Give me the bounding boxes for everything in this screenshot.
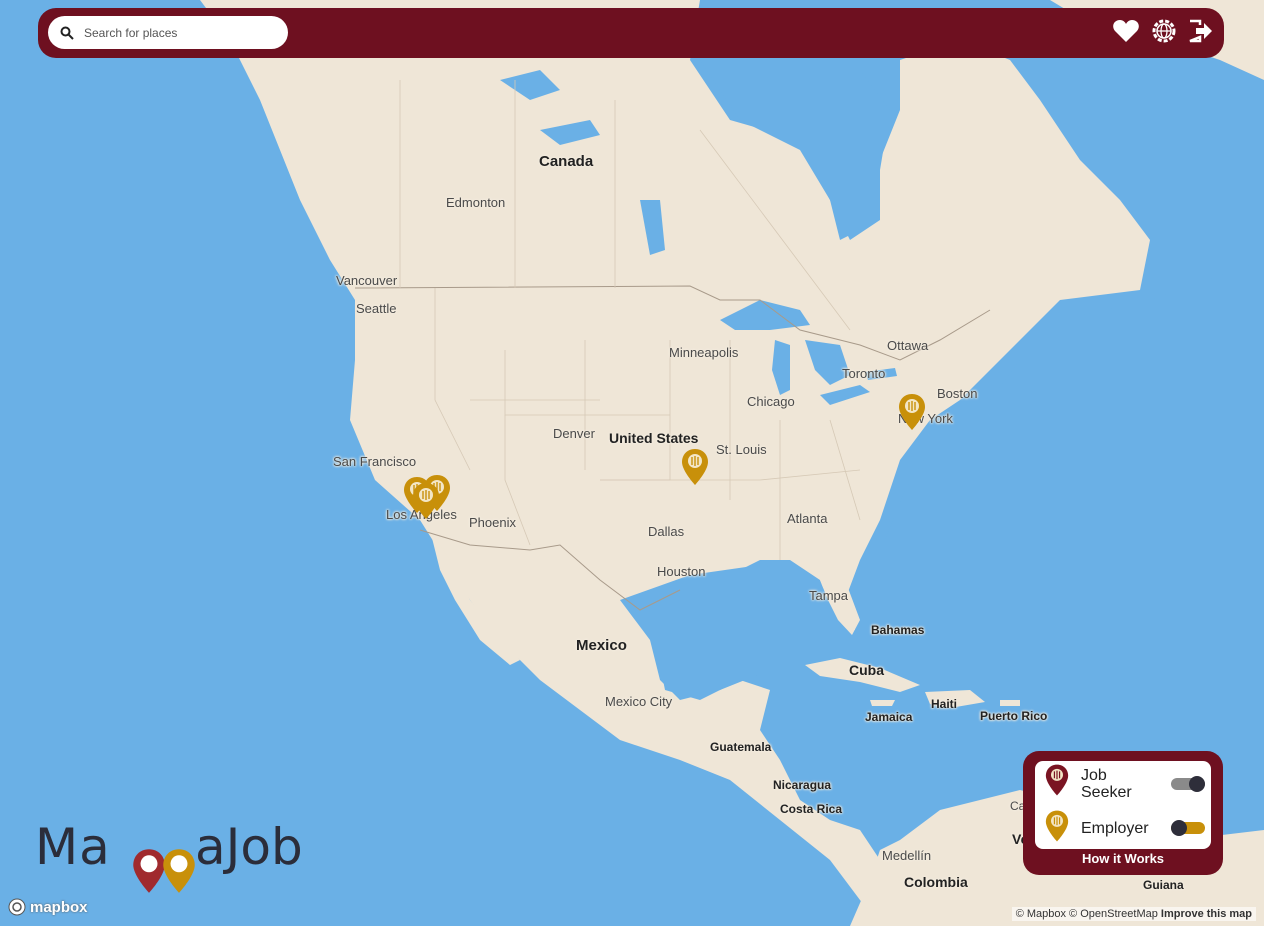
label-costa-rica: Costa Rica [780, 802, 843, 816]
toggle-knob [1189, 776, 1205, 792]
label-tampa: Tampa [809, 588, 849, 603]
label-haiti: Haiti [931, 697, 958, 711]
top-bar [38, 8, 1224, 58]
heart-icon[interactable] [1112, 17, 1140, 45]
employer-pin-icon[interactable] [898, 393, 926, 431]
logo-wordmark-end: aJob [195, 818, 303, 876]
legend-inner: Job Seeker Employer [1035, 761, 1211, 849]
label-boston: Boston [937, 386, 978, 401]
toggle-knob [1171, 820, 1187, 836]
label-cuba: Cuba [849, 662, 884, 678]
globe-settings-icon[interactable] [1150, 17, 1178, 45]
label-toronto: Toronto [842, 366, 886, 381]
label-guiana: Guiana [1143, 878, 1184, 892]
label-canada: Canada [539, 153, 594, 170]
label-chicago: Chicago [747, 394, 795, 409]
label-seattle: Seattle [356, 301, 397, 316]
label-nicaragua: Nicaragua [773, 778, 832, 792]
label-san-francisco: San Francisco [333, 454, 417, 469]
employer-pin-icon[interactable] [412, 482, 440, 520]
mapbox-logo[interactable]: mapbox [8, 898, 88, 916]
label-st-louis: St. Louis [716, 442, 767, 457]
attribution-text[interactable]: © Mapbox © OpenStreetMap [1016, 908, 1158, 920]
search-icon [60, 26, 74, 40]
label-dallas: Dallas [648, 524, 685, 539]
label-minneapolis: Minneapolis [669, 345, 739, 360]
search-box[interactable] [48, 16, 288, 49]
label-guatemala: Guatemala [710, 740, 772, 754]
puerto-rico-island [1000, 700, 1020, 706]
label-mexico-city: Mexico City [605, 694, 673, 709]
legend-job-seeker-line1: Job [1081, 767, 1107, 784]
logo-text-part2: aJob [195, 818, 303, 876]
label-vancouver: Vancouver [336, 273, 398, 288]
label-colombia: Colombia [904, 874, 968, 890]
label-bahamas: Bahamas [871, 623, 925, 637]
job-seeker-pin-icon [1045, 764, 1069, 796]
logo-pin-gold-icon [163, 849, 195, 893]
label-jamaica: Jamaica [865, 710, 913, 724]
logo-wordmark: Ma [35, 818, 111, 876]
label-phoenix: Phoenix [469, 515, 516, 530]
legend-employer-label: Employer [1081, 820, 1149, 837]
jamaica-island [870, 700, 895, 706]
label-houston: Houston [657, 564, 706, 579]
mapbox-label: mapbox [30, 898, 88, 916]
label-ottawa: Ottawa [887, 338, 929, 353]
search-input[interactable] [82, 24, 276, 41]
label-atlanta: Atlanta [787, 511, 828, 526]
label-puerto-rico: Puerto Rico [980, 709, 1048, 723]
how-it-works-link[interactable]: How it Works [1023, 851, 1223, 866]
label-mexico: Mexico [576, 637, 627, 654]
logout-icon[interactable] [1186, 17, 1214, 45]
logo-text-part1: Ma [35, 818, 111, 876]
mappajob-logo: Ma aJob [35, 818, 335, 898]
legend-panel: Job Seeker Employer How it Works [1023, 751, 1223, 875]
label-united-states: United States [609, 430, 699, 446]
employer-legend-pin-icon [1045, 810, 1069, 842]
employer-toggle[interactable] [1171, 820, 1205, 836]
legend-job-seeker-line2: Seeker [1081, 784, 1132, 801]
improve-map-link[interactable]: Improve this map [1161, 908, 1252, 920]
employer-pin-icon[interactable] [681, 448, 709, 486]
label-edmonton: Edmonton [446, 195, 506, 210]
job-seeker-toggle[interactable] [1171, 776, 1205, 792]
label-medellin: Medellín [882, 848, 932, 863]
mapbox-icon [8, 898, 26, 916]
label-denver: Denver [553, 426, 595, 441]
map-attribution: © Mapbox © OpenStreetMap Improve this ma… [1011, 907, 1256, 921]
